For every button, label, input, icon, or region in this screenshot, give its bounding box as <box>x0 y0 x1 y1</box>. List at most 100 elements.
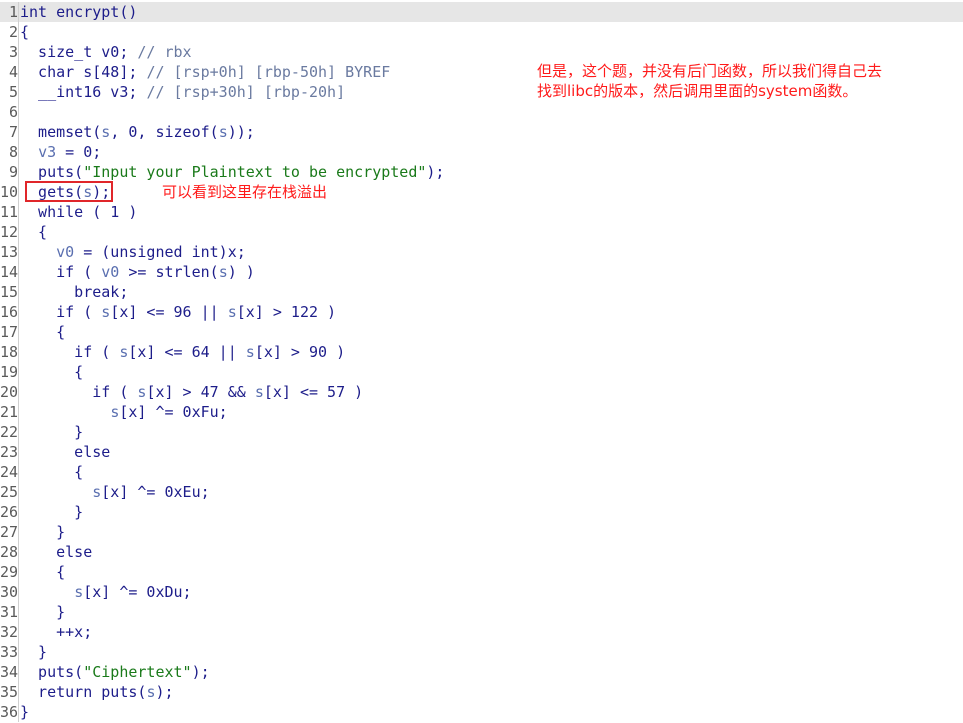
code-token[interactable]: if ( <box>20 263 101 281</box>
variable-token[interactable]: s <box>228 303 237 321</box>
code-token[interactable]: >= strlen( <box>119 263 218 281</box>
code-line[interactable]: 32 ++x; <box>0 622 963 642</box>
code-text[interactable]: } <box>20 522 65 542</box>
variable-token[interactable]: s <box>74 583 83 601</box>
code-token[interactable] <box>20 403 110 421</box>
code-token[interactable]: int encrypt() <box>20 3 137 21</box>
code-line[interactable]: 15 break; <box>0 282 963 302</box>
code-text[interactable]: { <box>20 222 47 242</box>
code-line[interactable]: 9 puts("Input your Plaintext to be encry… <box>0 162 963 182</box>
code-token[interactable]: , 0, sizeof( <box>110 123 218 141</box>
string-literal[interactable]: "Ciphertext" <box>83 663 191 681</box>
code-token[interactable]: [x] <= 96 || <box>110 303 227 321</box>
code-token[interactable]: ); <box>426 163 444 181</box>
code-line[interactable]: 31 } <box>0 602 963 622</box>
code-comment[interactable]: // rbx <box>137 43 191 61</box>
code-text[interactable]: v0 = (unsigned int)x; <box>20 242 246 262</box>
pseudocode-view[interactable]: 1 int encrypt() 2{3 size_t v0; // rbx 4 cha… <box>0 2 963 722</box>
code-token[interactable]: break; <box>20 283 128 301</box>
code-line[interactable]: 33 } <box>0 642 963 662</box>
code-text[interactable]: break; <box>20 282 128 302</box>
variable-token[interactable]: v0 <box>56 243 74 261</box>
code-text[interactable]: int encrypt() <box>20 2 137 22</box>
code-text[interactable]: { <box>20 462 83 482</box>
code-token[interactable]: size_t v0; <box>20 43 137 61</box>
code-token[interactable] <box>20 583 74 601</box>
code-token[interactable]: { <box>20 23 29 41</box>
code-text[interactable]: { <box>20 362 83 382</box>
code-line[interactable]: 20 if ( s[x] > 47 && s[x] <= 57 ) <box>0 382 963 402</box>
code-token[interactable]: else <box>20 543 92 561</box>
code-text[interactable]: { <box>20 322 65 342</box>
variable-token[interactable]: s <box>92 483 101 501</box>
code-token[interactable]: __int16 v3; <box>20 83 146 101</box>
code-line[interactable]: 18 if ( s[x] <= 64 || s[x] > 90 ) <box>0 342 963 362</box>
code-text[interactable]: __int16 v3; // [rsp+30h] [rbp-20h] <box>20 82 345 102</box>
code-line[interactable]: 30 s[x] ^= 0xDu; <box>0 582 963 602</box>
code-text[interactable]: } <box>20 642 47 662</box>
code-token[interactable]: [x] > 90 ) <box>255 343 345 361</box>
code-token[interactable]: [x] ^= 0xDu; <box>83 583 191 601</box>
code-line[interactable]: 10 gets(s); <box>0 182 963 202</box>
code-text[interactable]: } <box>20 602 65 622</box>
code-token[interactable]: } <box>20 423 83 441</box>
code-text[interactable]: memset(s, 0, sizeof(s)); <box>20 122 255 142</box>
code-line[interactable]: 7 memset(s, 0, sizeof(s)); <box>0 122 963 142</box>
code-token[interactable] <box>20 143 38 161</box>
code-line[interactable]: 16 if ( s[x] <= 96 || s[x] > 122 ) <box>0 302 963 322</box>
code-token[interactable]: else <box>20 443 110 461</box>
code-text[interactable]: if ( s[x] > 47 && s[x] <= 57 ) <box>20 382 363 402</box>
code-text[interactable]: { <box>20 22 29 42</box>
code-token[interactable]: if ( <box>20 303 101 321</box>
variable-token[interactable]: s <box>101 123 110 141</box>
code-line[interactable]: 13 v0 = (unsigned int)x; <box>0 242 963 262</box>
code-token[interactable]: [x] > 47 && <box>146 383 254 401</box>
code-line[interactable]: 22 } <box>0 422 963 442</box>
code-line[interactable]: 23 else <box>0 442 963 462</box>
code-line[interactable]: 36} <box>0 702 963 722</box>
code-line[interactable]: 34 puts("Ciphertext"); <box>0 662 963 682</box>
code-line[interactable]: 14 if ( v0 >= strlen(s) ) <box>0 262 963 282</box>
code-line[interactable]: 25 s[x] ^= 0xEu; <box>0 482 963 502</box>
variable-token[interactable]: s <box>219 123 228 141</box>
code-token[interactable]: [x] <= 64 || <box>128 343 245 361</box>
code-token[interactable]: [x] ^= 0xFu; <box>119 403 227 421</box>
code-token[interactable]: [x] > 122 ) <box>237 303 336 321</box>
code-line[interactable]: 6 <box>0 102 963 122</box>
code-line[interactable]: 29 { <box>0 562 963 582</box>
code-token[interactable]: } <box>20 603 65 621</box>
code-text[interactable]: } <box>20 422 83 442</box>
code-line[interactable]: 12 { <box>0 222 963 242</box>
code-token[interactable]: puts( <box>20 663 83 681</box>
code-token[interactable]: if ( <box>20 343 119 361</box>
code-token[interactable]: return puts( <box>20 683 146 701</box>
code-text[interactable]: puts("Ciphertext"); <box>20 662 210 682</box>
code-text[interactable]: if ( s[x] <= 64 || s[x] > 90 ) <box>20 342 345 362</box>
code-text[interactable]: } <box>20 502 83 522</box>
code-line[interactable]: 2{ <box>0 22 963 42</box>
code-text[interactable]: } <box>20 702 29 722</box>
code-comment[interactable]: // [rsp+30h] [rbp-20h] <box>146 83 345 101</box>
code-token[interactable]: { <box>20 463 83 481</box>
code-line[interactable]: 1 int encrypt() <box>0 2 963 22</box>
code-text[interactable]: { <box>20 562 65 582</box>
code-text[interactable]: puts("Input your Plaintext to be encrypt… <box>20 162 444 182</box>
code-token[interactable]: } <box>20 703 29 721</box>
code-line[interactable]: 28 else <box>0 542 963 562</box>
code-token[interactable]: = 0; <box>56 143 101 161</box>
code-line[interactable]: 26 } <box>0 502 963 522</box>
code-text[interactable]: if ( s[x] <= 96 || s[x] > 122 ) <box>20 302 336 322</box>
code-token[interactable]: { <box>20 223 47 241</box>
code-token[interactable]: { <box>20 323 65 341</box>
code-token[interactable]: { <box>20 363 83 381</box>
code-token[interactable]: if ( <box>20 383 137 401</box>
string-literal[interactable]: "Input your Plaintext to be encrypted" <box>83 163 426 181</box>
code-token[interactable]: puts( <box>20 163 83 181</box>
code-token[interactable]: } <box>20 523 65 541</box>
variable-token[interactable]: s <box>101 303 110 321</box>
code-token[interactable]: ++x; <box>20 623 92 641</box>
code-line[interactable]: 21 s[x] ^= 0xFu; <box>0 402 963 422</box>
code-text[interactable]: while ( 1 ) <box>20 202 137 222</box>
variable-token[interactable]: s <box>255 383 264 401</box>
code-line[interactable]: 11 while ( 1 ) <box>0 202 963 222</box>
